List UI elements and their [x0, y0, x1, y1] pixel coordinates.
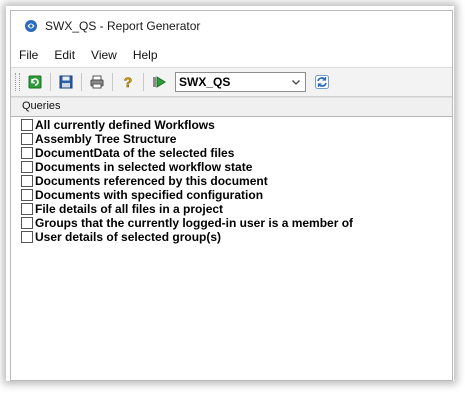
query-checkbox[interactable] — [21, 231, 33, 243]
toolbar-grip[interactable] — [15, 73, 20, 91]
query-label: DocumentData of the selected files — [35, 146, 235, 160]
query-item[interactable]: Groups that the currently logged-in user… — [21, 216, 446, 230]
query-checkbox[interactable] — [21, 175, 33, 187]
query-item[interactable]: Documents in selected workflow state — [21, 160, 446, 174]
query-checkbox[interactable] — [21, 147, 33, 159]
query-label: Documents referenced by this document — [35, 174, 268, 188]
help-icon: ? — [123, 74, 133, 90]
window-title: SWX_QS - Report Generator — [45, 19, 201, 33]
sync-icon — [315, 75, 329, 89]
query-label: Documents in selected workflow state — [35, 160, 253, 174]
toolbar-separator — [143, 73, 144, 91]
refresh-icon — [28, 75, 42, 89]
query-checkbox[interactable] — [21, 217, 33, 229]
query-checkbox[interactable] — [21, 203, 33, 215]
save-icon — [59, 75, 73, 89]
toolbar-separator — [81, 73, 82, 91]
query-item[interactable]: Assembly Tree Structure — [21, 132, 446, 146]
query-label: File details of all files in a project — [35, 202, 224, 216]
menu-file[interactable]: File — [17, 47, 40, 63]
svg-text:?: ? — [124, 74, 133, 90]
run-button[interactable] — [149, 72, 169, 92]
menu-view[interactable]: View — [89, 47, 119, 63]
queries-list: All currently defined Workflows Assembly… — [21, 118, 446, 244]
query-item[interactable]: DocumentData of the selected files — [21, 146, 446, 160]
query-item[interactable]: All currently defined Workflows — [21, 118, 446, 132]
query-item[interactable]: User details of selected group(s) — [21, 230, 446, 244]
menu-help[interactable]: Help — [131, 47, 160, 63]
run-icon — [153, 76, 166, 88]
print-icon — [90, 75, 104, 89]
toolbar: ? SWX_QS — [11, 67, 452, 97]
vault-select-value: SWX_QS — [179, 75, 231, 89]
refresh-button[interactable] — [25, 72, 45, 92]
menu-edit[interactable]: Edit — [52, 47, 77, 63]
help-button[interactable]: ? — [118, 72, 138, 92]
query-label: Assembly Tree Structure — [35, 132, 177, 146]
queries-header-label: Queries — [22, 100, 61, 112]
toolbar-separator — [50, 73, 51, 91]
toolbar-separator — [112, 73, 113, 91]
query-checkbox[interactable] — [21, 119, 33, 131]
query-checkbox[interactable] — [21, 189, 33, 201]
title-bar[interactable]: SWX_QS - Report Generator — [11, 11, 452, 41]
query-label: Documents with specified configuration — [35, 188, 264, 202]
print-button[interactable] — [87, 72, 107, 92]
queries-panel-header: Queries — [11, 97, 452, 117]
query-item[interactable]: Documents referenced by this document — [21, 174, 446, 188]
query-label: Groups that the currently logged-in user… — [35, 216, 354, 230]
chevron-down-icon[interactable] — [289, 75, 303, 89]
query-label: All currently defined Workflows — [35, 118, 215, 132]
report-generator-window: SWX_QS - Report Generator File Edit View… — [10, 10, 453, 381]
app-logo-icon — [23, 18, 39, 34]
sync-button[interactable] — [312, 72, 332, 92]
query-checkbox[interactable] — [21, 133, 33, 145]
query-label: User details of selected group(s) — [35, 230, 222, 244]
query-item[interactable]: File details of all files in a project — [21, 202, 446, 216]
query-checkbox[interactable] — [21, 161, 33, 173]
query-item[interactable]: Documents with specified configuration — [21, 188, 446, 202]
vault-select[interactable]: SWX_QS — [175, 72, 306, 92]
menu-bar: File Edit View Help — [11, 45, 452, 65]
save-button[interactable] — [56, 72, 76, 92]
